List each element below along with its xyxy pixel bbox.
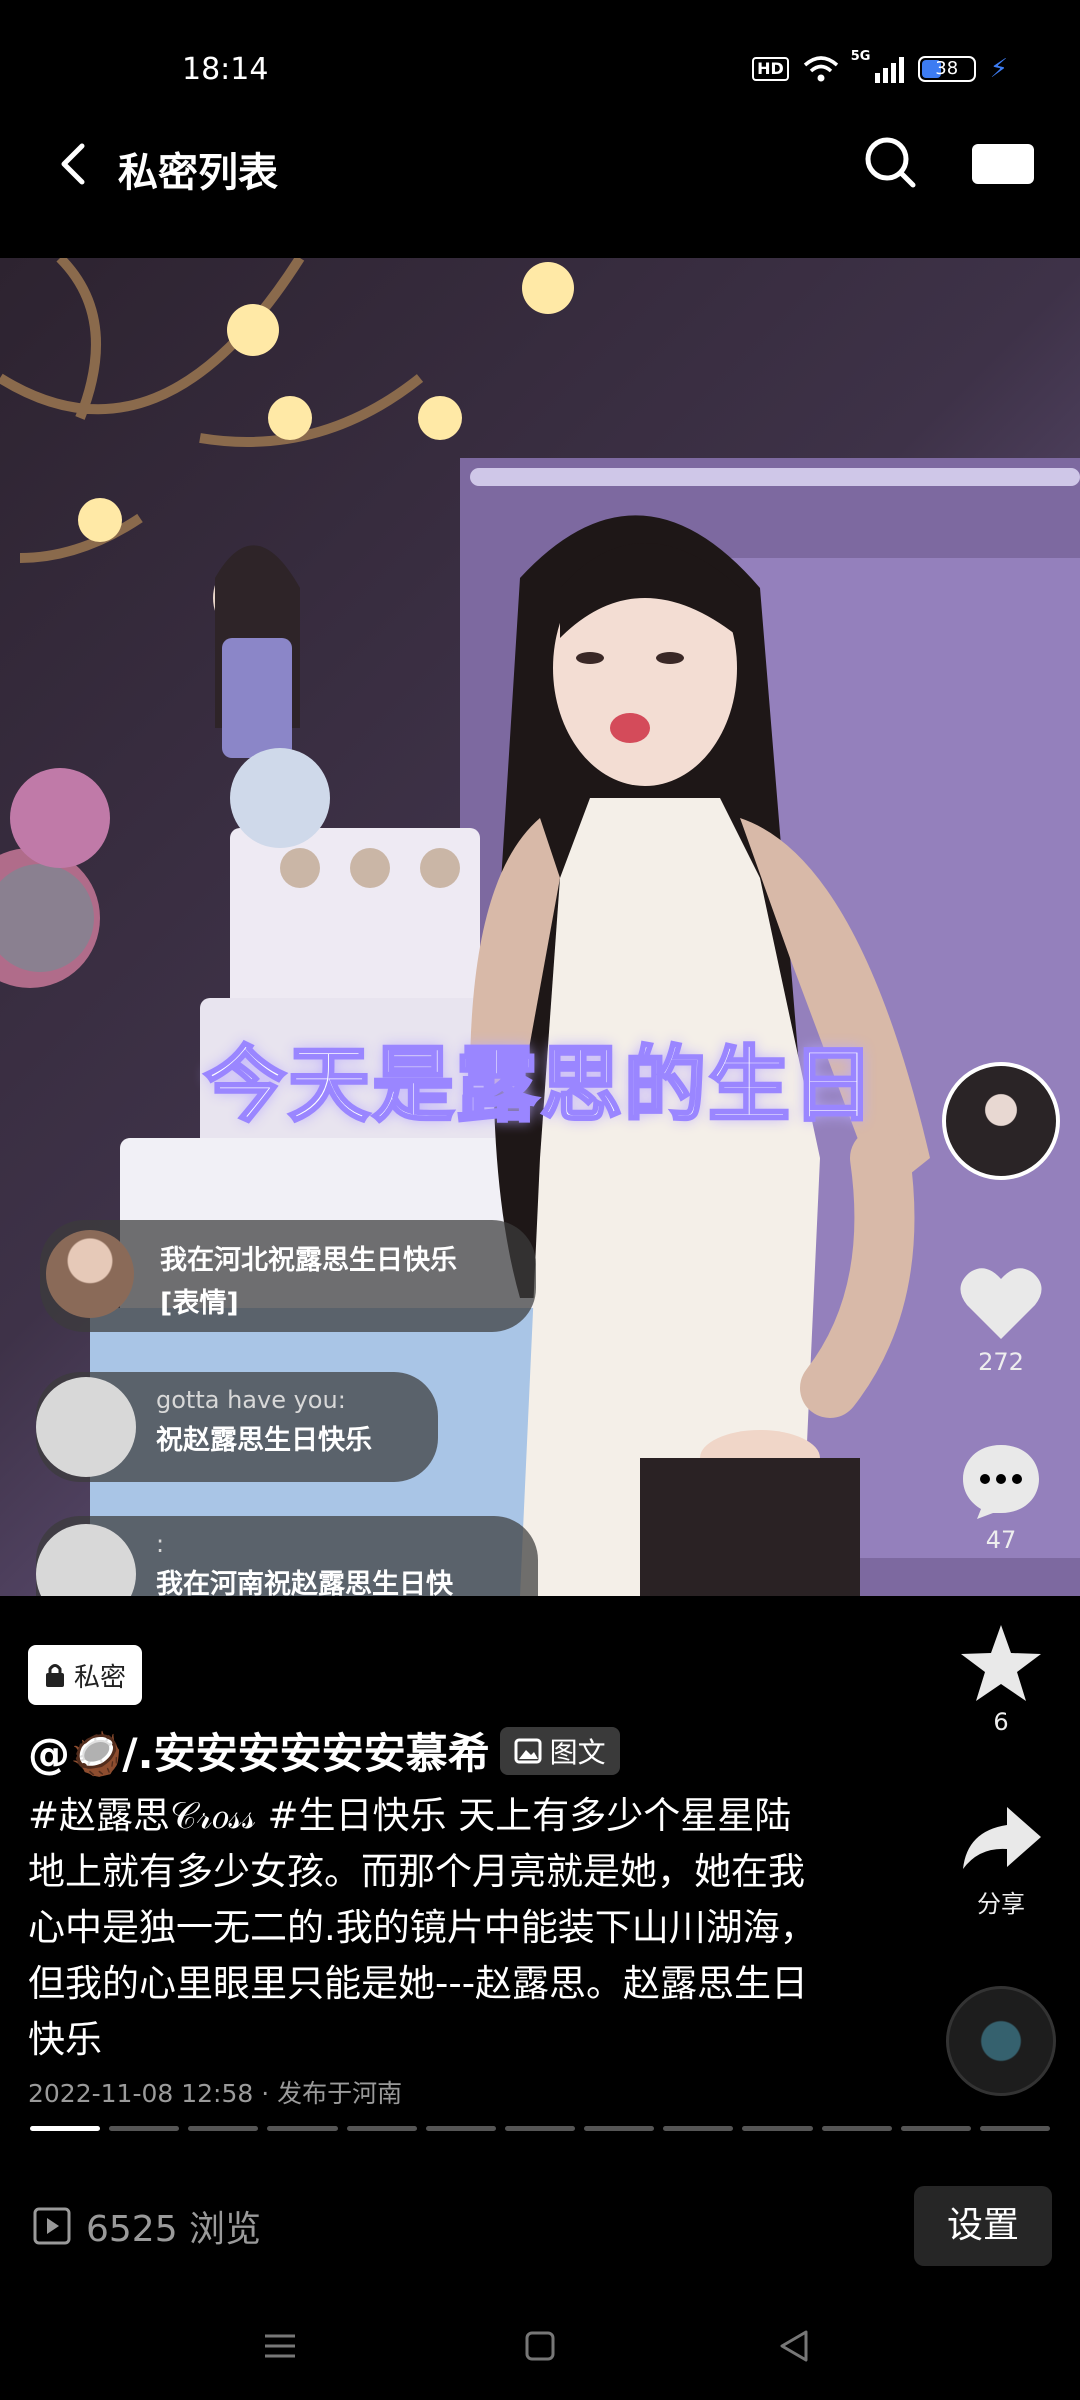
lock-icon bbox=[46, 1664, 64, 1687]
star-icon bbox=[961, 1625, 1041, 1701]
page-title: 私密列表 bbox=[118, 150, 278, 196]
comment-text-continued: [表情] bbox=[160, 1288, 239, 1319]
progress-segment bbox=[900, 2126, 971, 2131]
menu-icon[interactable] bbox=[262, 2328, 298, 2364]
favorite-button[interactable]: 6 bbox=[940, 1618, 1062, 1736]
top-nav: 私密列表 bbox=[0, 120, 1080, 208]
like-button[interactable]: 272 bbox=[940, 1258, 1062, 1376]
share-icon bbox=[963, 1807, 1041, 1869]
back-button[interactable] bbox=[50, 134, 100, 194]
charging-icon: ⚡ bbox=[989, 54, 1008, 84]
comment-button[interactable]: 47 bbox=[940, 1436, 1062, 1554]
progress-segment bbox=[584, 2126, 655, 2131]
progress-segment bbox=[425, 2126, 496, 2131]
signal-icon: 5G bbox=[851, 49, 904, 83]
home-icon[interactable] bbox=[522, 2328, 558, 2364]
comment-count: 47 bbox=[985, 1526, 1017, 1554]
camera-icon[interactable] bbox=[972, 144, 1034, 184]
private-badge: 私密 bbox=[28, 1645, 143, 1705]
comment-text: 我在河北祝露思生日快乐 bbox=[160, 1245, 457, 1276]
progress-segment bbox=[821, 2126, 892, 2131]
status-time: 18:14 bbox=[182, 52, 269, 87]
settings-button[interactable]: 设置 bbox=[914, 2186, 1052, 2266]
wifi-icon bbox=[803, 56, 838, 82]
search-button[interactable] bbox=[860, 132, 920, 192]
progress-segment bbox=[504, 2126, 576, 2131]
post-meta: 2022-11-08 12:58 · 发布于河南 bbox=[28, 2079, 403, 2108]
battery-level: 38 bbox=[935, 58, 959, 79]
hd-icon: HD bbox=[752, 57, 789, 81]
progress-segment bbox=[346, 2126, 417, 2131]
progress-segment bbox=[30, 2126, 101, 2131]
progress-segment bbox=[109, 2126, 180, 2131]
system-nav-bar bbox=[0, 2300, 1080, 2400]
network-type: 5G bbox=[850, 49, 871, 64]
commenter-name: : bbox=[156, 1530, 165, 1558]
status-icons: HD 5G 38 ⚡ bbox=[752, 49, 1008, 84]
status-bar: 18:14 HD 5G 38 ⚡ bbox=[0, 0, 1080, 120]
favorite-count: 6 bbox=[993, 1708, 1009, 1736]
back-icon bbox=[61, 143, 85, 185]
commenter-name: gotta have you: bbox=[156, 1386, 346, 1414]
share-button[interactable]: 分享 bbox=[940, 1794, 1062, 1919]
author-avatar[interactable] bbox=[942, 1062, 1060, 1180]
views-label: 6525 浏览 bbox=[86, 2209, 262, 2250]
back-nav-icon[interactable] bbox=[776, 2328, 812, 2364]
like-count: 272 bbox=[978, 1348, 1024, 1376]
post-description: #赵露思𝒞𝓇𝑜𝓈𝓈 #生日快乐 天上有多少个星星陆地上就有多少女孩。而那个月亮就… bbox=[28, 1794, 817, 2061]
private-label: 私密 bbox=[74, 1662, 127, 1693]
author-name[interactable]: @🥥/.安安安安安安慕希 bbox=[28, 1720, 490, 1781]
commenter-avatar bbox=[46, 1230, 134, 1318]
heart-icon bbox=[960, 1268, 1042, 1339]
views-count: 6525 浏览 bbox=[32, 2200, 261, 2252]
comment-bubble[interactable]: : 我在河南祝赵露思生日快 乐 bbox=[36, 1516, 538, 1596]
post-type-badge: 图文 bbox=[499, 1726, 620, 1775]
search-icon bbox=[865, 137, 916, 188]
progress-segment bbox=[979, 2126, 1051, 2131]
photo-caption: 今天是露思的生日 bbox=[202, 1037, 876, 1135]
comment-bubble[interactable]: 我在河北祝露思生日快乐 [表情] bbox=[40, 1220, 536, 1332]
comment-bubble[interactable]: gotta have you: 祝赵露思生日快乐 bbox=[36, 1372, 438, 1482]
commenter-avatar bbox=[36, 1377, 136, 1477]
progress-segment bbox=[742, 2126, 813, 2131]
comment-text: 祝赵露思生日快乐 bbox=[156, 1425, 372, 1456]
progress-segment bbox=[188, 2126, 259, 2131]
commenter-avatar bbox=[36, 1524, 136, 1596]
author-row: @🥥/.安安安安安安慕希 图文 bbox=[28, 1720, 620, 1781]
progress-segment bbox=[663, 2126, 734, 2131]
post-type-label: 图文 bbox=[549, 1735, 606, 1769]
progress-segment bbox=[267, 2126, 338, 2131]
image-progress bbox=[30, 2126, 1051, 2131]
battery-icon: 38 bbox=[917, 56, 976, 82]
music-disc[interactable] bbox=[946, 1986, 1056, 2096]
comment-icon bbox=[963, 1445, 1039, 1519]
share-label: 分享 bbox=[977, 1890, 1025, 1918]
image-icon bbox=[514, 1738, 542, 1763]
views-icon bbox=[33, 2207, 71, 2245]
comment-text: 我在河南祝赵露思生日快 bbox=[156, 1569, 453, 1596]
